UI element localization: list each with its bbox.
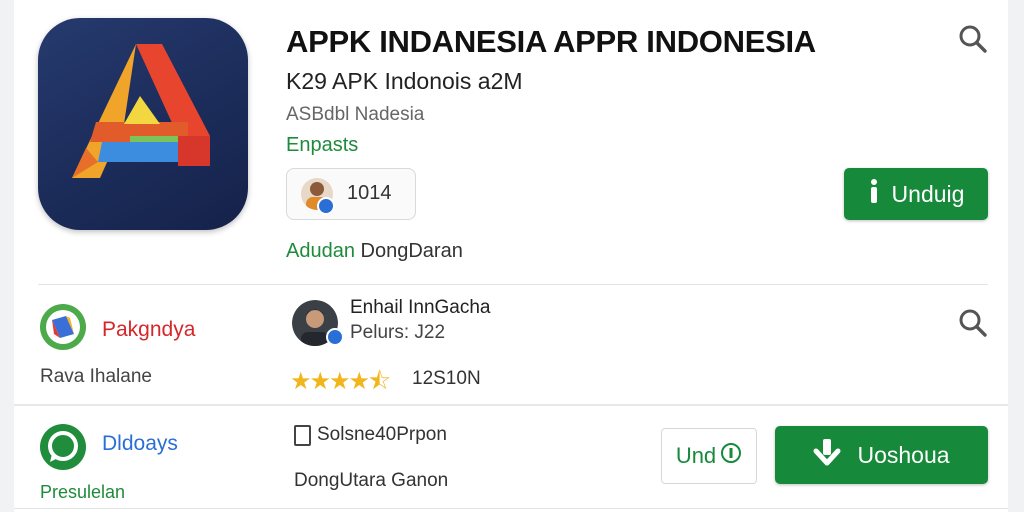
download-label: Unduig (891, 180, 965, 207)
info-icon (720, 442, 742, 470)
option-label: Solsne40Prpon (317, 424, 447, 445)
row3-subtitle: Presulelan (40, 482, 126, 502)
chip-count: 1014 (347, 182, 392, 204)
search-icon[interactable] (958, 308, 988, 338)
review-chip[interactable]: 1014 (286, 168, 416, 220)
unduh-outline-button[interactable]: Und (661, 428, 757, 484)
update-label: Adudan (286, 240, 355, 262)
rating-count: 12S10N (412, 368, 481, 389)
reviewer-name[interactable]: Enhail InnGacha (350, 297, 491, 319)
verified-badge-icon (326, 328, 344, 346)
info-icon (868, 178, 880, 210)
checkbox-icon[interactable] (294, 424, 311, 446)
app-logo-icon[interactable] (38, 18, 248, 230)
row2-title[interactable]: Pakgndya (102, 318, 195, 342)
outline-button-label: Und (675, 443, 717, 468)
download-large-button[interactable]: Uoshoua (775, 426, 988, 484)
divider (38, 284, 988, 285)
rating-stars: ★★★★⯪ (290, 368, 391, 395)
option-checkbox[interactable]: Solsne40Prpon (294, 424, 447, 446)
row3-title[interactable]: Dldoays (102, 432, 178, 456)
whatsapp-icon[interactable] (40, 424, 86, 470)
developer-name[interactable]: ASBdbl Nadesia (286, 104, 424, 126)
app-category[interactable]: Enpasts (286, 134, 358, 157)
download-icon (813, 437, 841, 473)
update-info: Adudan DongDaran (286, 240, 463, 263)
verified-badge-icon (317, 197, 335, 215)
divider (14, 508, 1008, 509)
app-title: APPK INDANESIA APPR INDONESIA (286, 24, 816, 59)
green-button-label: Uoshoua (857, 441, 950, 468)
row3-caption: DongUtara Ganon (294, 470, 449, 491)
row2-subtitle: Rava Ihalane (40, 366, 152, 387)
divider (14, 404, 1008, 406)
search-icon[interactable] (958, 24, 988, 54)
download-button[interactable]: Unduig (844, 168, 988, 220)
app-subtitle: K29 APK Indonois a2M (286, 68, 523, 94)
update-value: DongDaran (360, 240, 463, 262)
reviewer-subname: Pelurs: J22 (350, 322, 446, 343)
maps-app-icon[interactable] (40, 304, 86, 350)
